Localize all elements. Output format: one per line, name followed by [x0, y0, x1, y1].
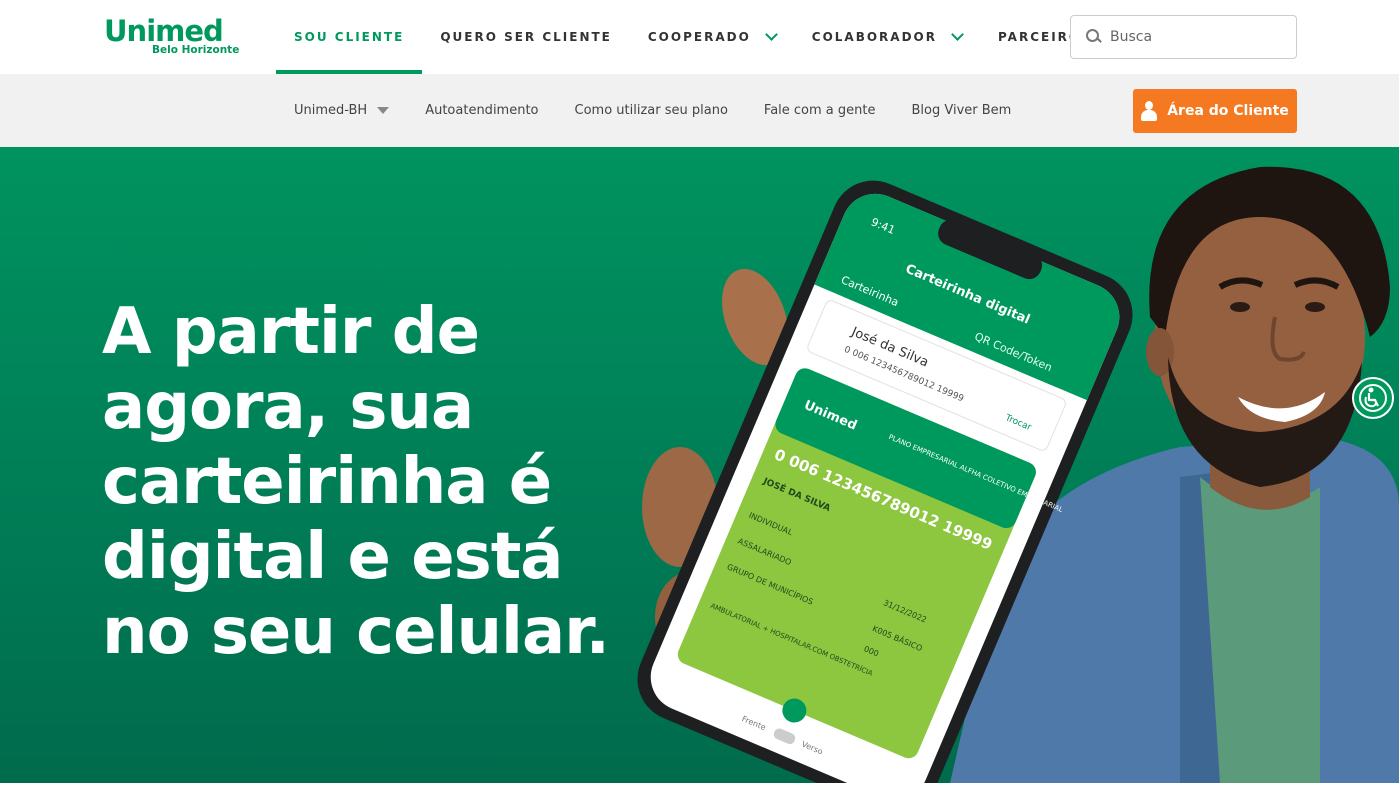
subnav-blog[interactable]: Blog Viver Bem	[893, 103, 1029, 118]
subnav-label: Como utilizar seu plano	[574, 103, 728, 118]
hero-photo: 9:41 Carteirinha digital Carteirinha QR …	[637, 166, 1399, 783]
subnav-label: Fale com a gente	[763, 103, 876, 118]
unimed-logo[interactable]: Unimed Belo Horizonte	[104, 14, 239, 60]
eye-right	[1305, 302, 1325, 312]
chevron-down-icon	[764, 28, 778, 41]
nav-sou-cliente[interactable]: SOU CLIENTE	[276, 0, 423, 74]
main-nav: SOU CLIENTE QUERO SER CLIENTE COOPERADO …	[276, 0, 1135, 74]
caret-down-icon	[377, 107, 390, 114]
search-input[interactable]	[1110, 29, 1290, 45]
subnav-label: Blog Viver Bem	[911, 103, 1012, 118]
top-header: Unimed Belo Horizonte SOU CLIENTE QUERO …	[0, 0, 1399, 74]
accessibility-icon	[1359, 384, 1387, 412]
nav-label: COLABORADOR	[811, 30, 937, 44]
nav-quero-ser-cliente[interactable]: QUERO SER CLIENTE	[422, 0, 630, 74]
nav-label: COOPERADO	[647, 30, 751, 44]
page-bottom	[0, 783, 1399, 794]
nav-cooperado[interactable]: COOPERADO	[630, 0, 794, 74]
logo-subtitle: Belo Horizonte	[152, 44, 240, 56]
client-area-label: Área do Cliente	[1167, 103, 1289, 119]
accessibility-button[interactable]	[1352, 377, 1394, 419]
client-area-button[interactable]: Área do Cliente	[1133, 89, 1297, 133]
search-icon[interactable]	[1086, 29, 1102, 45]
subnav-como-utilizar[interactable]: Como utilizar seu plano	[557, 103, 746, 118]
eye-left	[1230, 302, 1250, 312]
secondary-nav: Unimed-BH Autoatendimento Como utilizar …	[276, 74, 1029, 147]
hero-headline: A partir de agora, sua carteirinha é dig…	[102, 295, 610, 669]
chevron-down-icon	[951, 28, 964, 41]
logo-wordmark: Unimed	[104, 14, 224, 48]
nav-label: QUERO SER CLIENTE	[440, 30, 612, 44]
subnav-label: Unimed-BH	[294, 103, 368, 118]
subnav-autoatendimento[interactable]: Autoatendimento	[407, 103, 556, 118]
subnav-unimed-bh[interactable]: Unimed-BH	[276, 103, 407, 118]
nav-colaborador[interactable]: COLABORADOR	[794, 0, 980, 74]
subnav-fale-conosco[interactable]: Fale com a gente	[746, 103, 894, 118]
subnav-label: Autoatendimento	[425, 103, 539, 118]
nav-label: SOU CLIENTE	[294, 30, 405, 44]
secondary-nav-bar: Unimed-BH Autoatendimento Como utilizar …	[0, 74, 1399, 147]
tshirt	[1200, 477, 1320, 783]
hero-banner[interactable]: A partir de agora, sua carteirinha é dig…	[0, 147, 1399, 783]
user-icon	[1141, 101, 1158, 121]
search-box	[1070, 15, 1297, 59]
